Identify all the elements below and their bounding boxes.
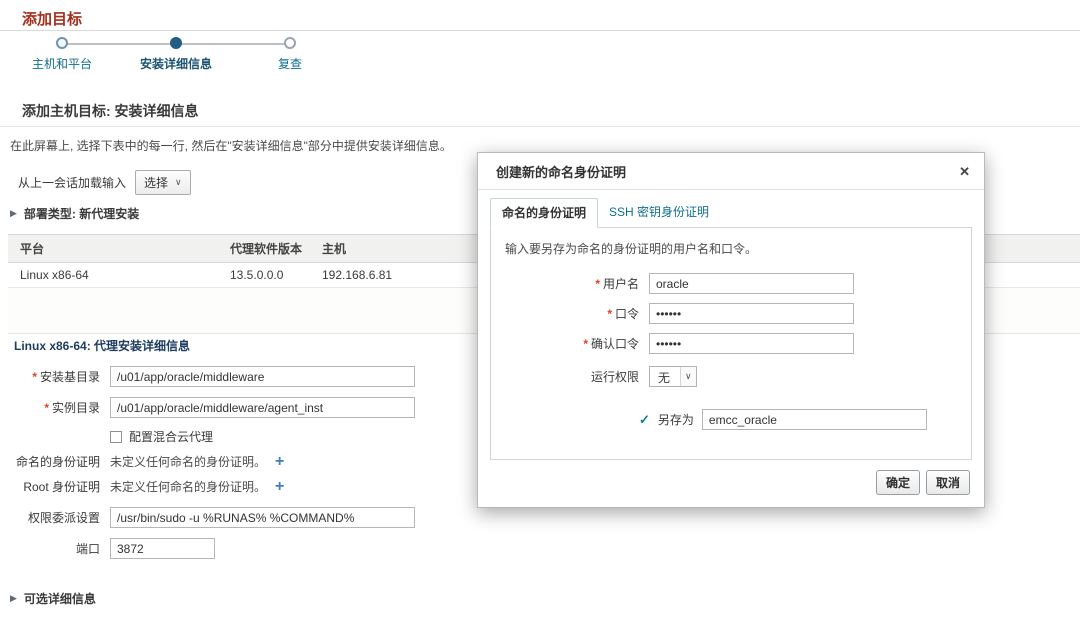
dialog-tabs: 命名的身份证明 SSH 密钥身份证明 [478,190,984,227]
required-icon: * [595,277,600,291]
named-credential-label: 命名的身份证明 [0,453,100,470]
dialog-footer: 确定 取消 [478,460,984,507]
agent-details-form: *安装基目录 *实例目录 配置混合云代理 命名的身份证明 未定义任何命名的身份证… [0,366,415,569]
wizard-stepper: 主机和平台 安装详细信息 复查 [5,37,347,72]
deployment-type-toggle[interactable]: ▶ 部署类型: 新代理安装 [10,205,139,222]
step-label: 复查 [278,55,302,72]
create-named-credential-dialog: 创建新的命名身份证明 ✕ 命名的身份证明 SSH 密钥身份证明 输入要另存为命名… [477,152,985,508]
page-title: 添加目标 [22,8,82,29]
install-base-dir-input[interactable] [110,366,415,387]
column-header-platform: 平台 [8,235,218,262]
cell-agent-version: 13.5.0.0.0 [218,263,310,287]
save-as-checkbox[interactable]: ✓ [639,412,650,428]
optional-details-toggle[interactable]: ▶ 可选详细信息 [10,590,96,607]
step-label: 安装详细信息 [140,55,212,72]
dialog-description: 输入要另存为命名的身份证明的用户名和口令。 [505,240,961,257]
dialog-header: 创建新的命名身份证明 ✕ [478,153,984,190]
column-header-agent-version: 代理软件版本 [218,235,310,262]
run-privilege-label: 运行权限 [501,368,639,385]
dialog-tab-content: 输入要另存为命名的身份证明的用户名和口令。 *用户名 *口令 *确认口令 [490,227,972,460]
add-named-credential-button[interactable]: + [273,456,286,468]
cancel-button[interactable]: 取消 [926,470,970,495]
privilege-delegation-input[interactable] [110,507,415,528]
triangle-right-icon: ▶ [10,593,17,604]
confirm-password-input[interactable] [649,333,854,354]
tab-ssh-key-credential[interactable]: SSH 密钥身份证明 [598,198,720,228]
install-base-dir-label: *安装基目录 [0,368,100,385]
plus-icon: + [275,453,284,470]
instance-dir-label: *实例目录 [0,399,100,416]
load-input-label: 从上一会话加载输入 [18,174,126,191]
add-target-page: 添加目标 主机和平台 安装详细信息 复查 添加主机目标: 安装详细信息 在此屏幕… [0,0,1080,626]
password-label: *口令 [501,305,639,322]
step-circle-icon [56,37,68,49]
confirm-password-label: *确认口令 [501,335,639,352]
load-input-select-button[interactable]: 选择 ∨ [135,170,191,195]
port-input[interactable] [110,538,215,559]
privilege-delegation-label: 权限委派设置 [0,509,100,526]
save-as-input[interactable] [702,409,927,430]
root-credential-status: 未定义任何命名的身份证明。 [110,478,266,495]
add-root-credential-button[interactable]: + [273,481,286,493]
username-label: *用户名 [501,275,639,292]
password-input[interactable] [649,303,854,324]
chevron-down-icon: ∨ [680,367,696,386]
dropdown-label: 选择 [144,174,168,191]
required-icon: * [44,401,49,415]
port-label: 端口 [0,540,100,557]
named-credential-status: 未定义任何命名的身份证明。 [110,453,266,470]
required-icon: * [32,370,37,384]
hybrid-cloud-label: 配置混合云代理 [129,428,213,445]
step-installation-details[interactable]: 安装详细信息 [119,37,233,72]
step-circle-icon [284,37,296,49]
required-icon: * [583,337,588,351]
instance-dir-input[interactable] [110,397,415,418]
save-as-label: 另存为 [658,411,694,428]
tab-named-credential[interactable]: 命名的身份证明 [490,198,598,228]
agent-details-title: Linux x86-64: 代理安装详细信息 [14,337,190,354]
section-heading: 添加主机目标: 安装详细信息 [22,101,199,121]
hybrid-cloud-checkbox[interactable] [110,431,122,443]
load-input-row: 从上一会话加载输入 选择 ∨ [18,170,191,195]
step-label: 主机和平台 [32,55,92,72]
close-button[interactable]: ✕ [959,164,970,180]
chevron-down-icon: ∨ [175,177,182,188]
divider [0,126,1080,127]
step-circle-icon [170,37,182,49]
cell-platform: Linux x86-64 [8,263,218,287]
root-credential-label: Root 身份证明 [0,478,100,495]
deployment-type-title: 部署类型: 新代理安装 [24,205,139,222]
divider [0,30,1080,31]
dialog-title: 创建新的命名身份证明 [496,162,626,181]
ok-button[interactable]: 确定 [876,470,920,495]
close-icon: ✕ [959,164,970,179]
username-input[interactable] [649,273,854,294]
required-icon: * [607,307,612,321]
optional-details-title: 可选详细信息 [24,590,96,607]
triangle-right-icon: ▶ [10,208,17,219]
selected-value: 无 [650,367,680,386]
plus-icon: + [275,478,284,495]
run-privilege-select[interactable]: 无 ∨ [649,366,697,387]
step-host-and-platform[interactable]: 主机和平台 [5,37,119,72]
check-icon: ✓ [639,412,650,427]
page-description: 在此屏幕上, 选择下表中的每一行, 然后在"安装详细信息"部分中提供安装详细信息… [10,137,452,154]
step-review[interactable]: 复查 [233,37,347,72]
